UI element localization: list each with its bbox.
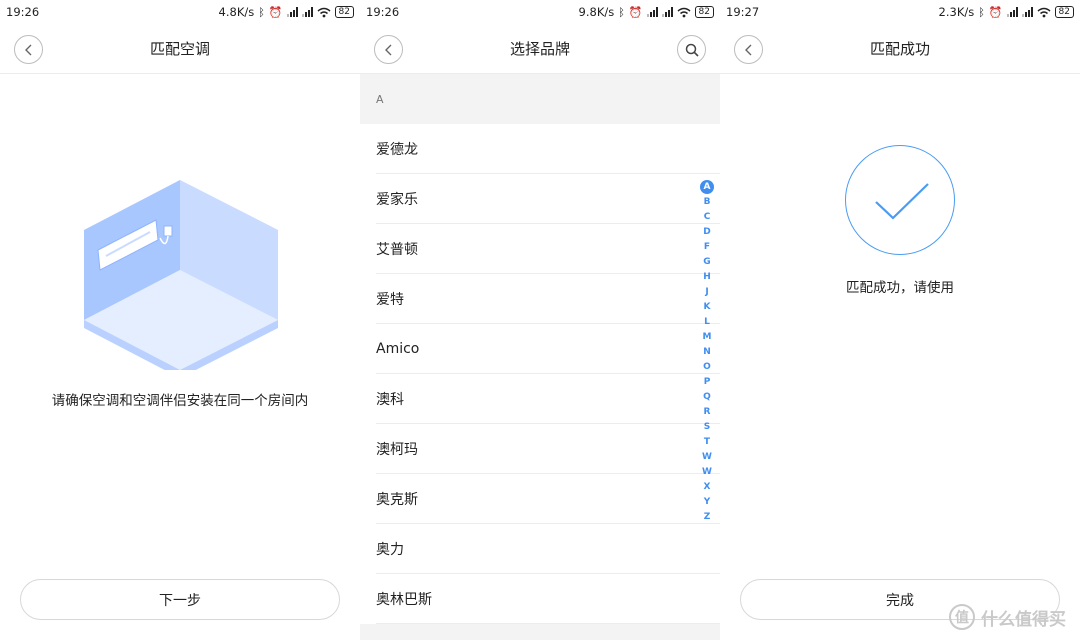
back-icon: [384, 44, 391, 55]
status-time: 19:27: [726, 5, 760, 19]
brand-list-item[interactable]: 奥力: [360, 524, 720, 574]
brand-list-item[interactable]: 澳柯玛: [360, 424, 720, 474]
signal-icon-2: [301, 7, 313, 17]
index-letter[interactable]: W: [699, 450, 715, 465]
watermark-text: 什么值得买: [981, 609, 1066, 630]
success-circle: [845, 145, 955, 255]
title-bar: 选择品牌: [360, 24, 720, 74]
brand-list: 爱德龙 爱家乐 艾普顿 爱特 Amico 澳科 澳柯玛 奥克斯 奥力 奥林巴斯: [360, 124, 720, 624]
instruction-text: 请确保空调和空调伴侣安装在同一个房间内: [51, 393, 309, 409]
index-letter[interactable]: A: [700, 180, 714, 194]
network-speed: 9.8K/s: [578, 5, 615, 19]
signal-icon-2: [661, 7, 673, 17]
index-letter[interactable]: X: [699, 480, 715, 495]
index-letter[interactable]: F: [699, 240, 715, 255]
title-bar: 匹配成功: [720, 24, 1080, 74]
index-letter[interactable]: T: [699, 435, 715, 450]
status-time: 19:26: [366, 5, 400, 19]
brand-list-item[interactable]: 澳科: [360, 374, 720, 424]
status-time: 19:26: [6, 5, 40, 19]
index-letter[interactable]: P: [699, 375, 715, 390]
next-step-button[interactable]: 下一步: [20, 579, 340, 620]
alarm-icon: ⏰: [628, 5, 643, 19]
alarm-icon: ⏰: [988, 5, 1003, 19]
back-button[interactable]: [734, 35, 763, 64]
brand-list-item[interactable]: 艾普顿: [360, 224, 720, 274]
index-letter[interactable]: Z: [699, 510, 715, 525]
brand-list-item[interactable]: 奥克斯: [360, 474, 720, 524]
signal-icon: [286, 7, 298, 17]
search-button[interactable]: [677, 35, 706, 64]
alarm-icon: ⏰: [268, 5, 283, 19]
battery-indicator: 82: [694, 6, 714, 18]
index-letter[interactable]: K: [699, 300, 715, 315]
index-letter[interactable]: L: [699, 315, 715, 330]
battery-indicator: 82: [334, 6, 354, 18]
back-button[interactable]: [14, 35, 43, 64]
bluetooth-icon: ᛒ: [978, 5, 985, 19]
checkmark-icon: [875, 183, 929, 220]
page-title: 匹配空调: [149, 40, 210, 58]
wifi-icon: [1037, 7, 1051, 17]
index-letter[interactable]: J: [699, 285, 715, 300]
bluetooth-icon: ᛒ: [258, 5, 265, 19]
index-letter[interactable]: M: [699, 330, 715, 345]
title-bar: 匹配空调: [0, 24, 360, 74]
brand-list-item[interactable]: Amico: [360, 324, 720, 374]
index-letter[interactable]: C: [699, 210, 715, 225]
index-letter[interactable]: D: [699, 225, 715, 240]
brand-list-item[interactable]: 爱家乐: [360, 174, 720, 224]
back-icon: [744, 44, 751, 55]
match-success-screen: 19:27 2.3K/s ᛒ ⏰ 82 匹配成功 匹配成功，请使用 完成 值 什…: [720, 0, 1080, 640]
watermark: 值 什么值得买: [949, 604, 1066, 630]
brand-list-item[interactable]: 爱特: [360, 274, 720, 324]
index-letter[interactable]: Y: [699, 495, 715, 510]
index-letter[interactable]: G: [699, 255, 715, 270]
battery-indicator: 82: [1054, 6, 1074, 18]
brand-list-item[interactable]: 奥林巴斯: [360, 574, 720, 624]
back-button[interactable]: [374, 35, 403, 64]
index-letter[interactable]: B: [699, 195, 715, 210]
search-icon: [685, 43, 699, 57]
network-speed: 4.8K/s: [218, 5, 255, 19]
section-header-a: A: [360, 74, 720, 124]
wifi-icon: [317, 7, 331, 17]
alphabet-index[interactable]: ABCDFGHJKLMNOPQRSTWWXYZ: [699, 180, 715, 525]
watermark-logo: 值: [949, 604, 975, 630]
status-bar: 19:26 4.8K/s ᛒ ⏰ 82: [0, 0, 360, 24]
index-letter[interactable]: H: [699, 270, 715, 285]
index-letter[interactable]: R: [699, 405, 715, 420]
list-bottom-strip: [360, 624, 720, 640]
signal-icon: [1006, 7, 1018, 17]
bluetooth-icon: ᛒ: [618, 5, 625, 19]
signal-icon-2: [1021, 7, 1033, 17]
index-letter[interactable]: S: [699, 420, 715, 435]
network-speed: 2.3K/s: [938, 5, 975, 19]
back-icon: [24, 44, 31, 55]
brand-list-item[interactable]: 爱德龙: [360, 124, 720, 174]
signal-icon: [646, 7, 658, 17]
index-letter[interactable]: O: [699, 360, 715, 375]
match-ac-screen: 19:26 4.8K/s ᛒ ⏰ 82 匹配空调 请确保空调和空调伴侣安装在同一…: [0, 0, 360, 640]
index-letter[interactable]: Q: [699, 390, 715, 405]
index-letter[interactable]: N: [699, 345, 715, 360]
status-bar: 19:27 2.3K/s ᛒ ⏰ 82: [720, 0, 1080, 24]
status-bar: 19:26 9.8K/s ᛒ ⏰ 82: [360, 0, 720, 24]
page-title: 匹配成功: [869, 40, 930, 58]
success-message: 匹配成功，请使用: [846, 280, 954, 296]
wifi-icon: [677, 7, 691, 17]
page-title: 选择品牌: [509, 40, 570, 58]
index-letter[interactable]: W: [699, 465, 715, 480]
room-illustration: [84, 180, 278, 370]
select-brand-screen: 19:26 9.8K/s ᛒ ⏰ 82 选择品牌 A 爱德龙 爱家乐 艾普顿 爱特 Am…: [360, 0, 720, 640]
